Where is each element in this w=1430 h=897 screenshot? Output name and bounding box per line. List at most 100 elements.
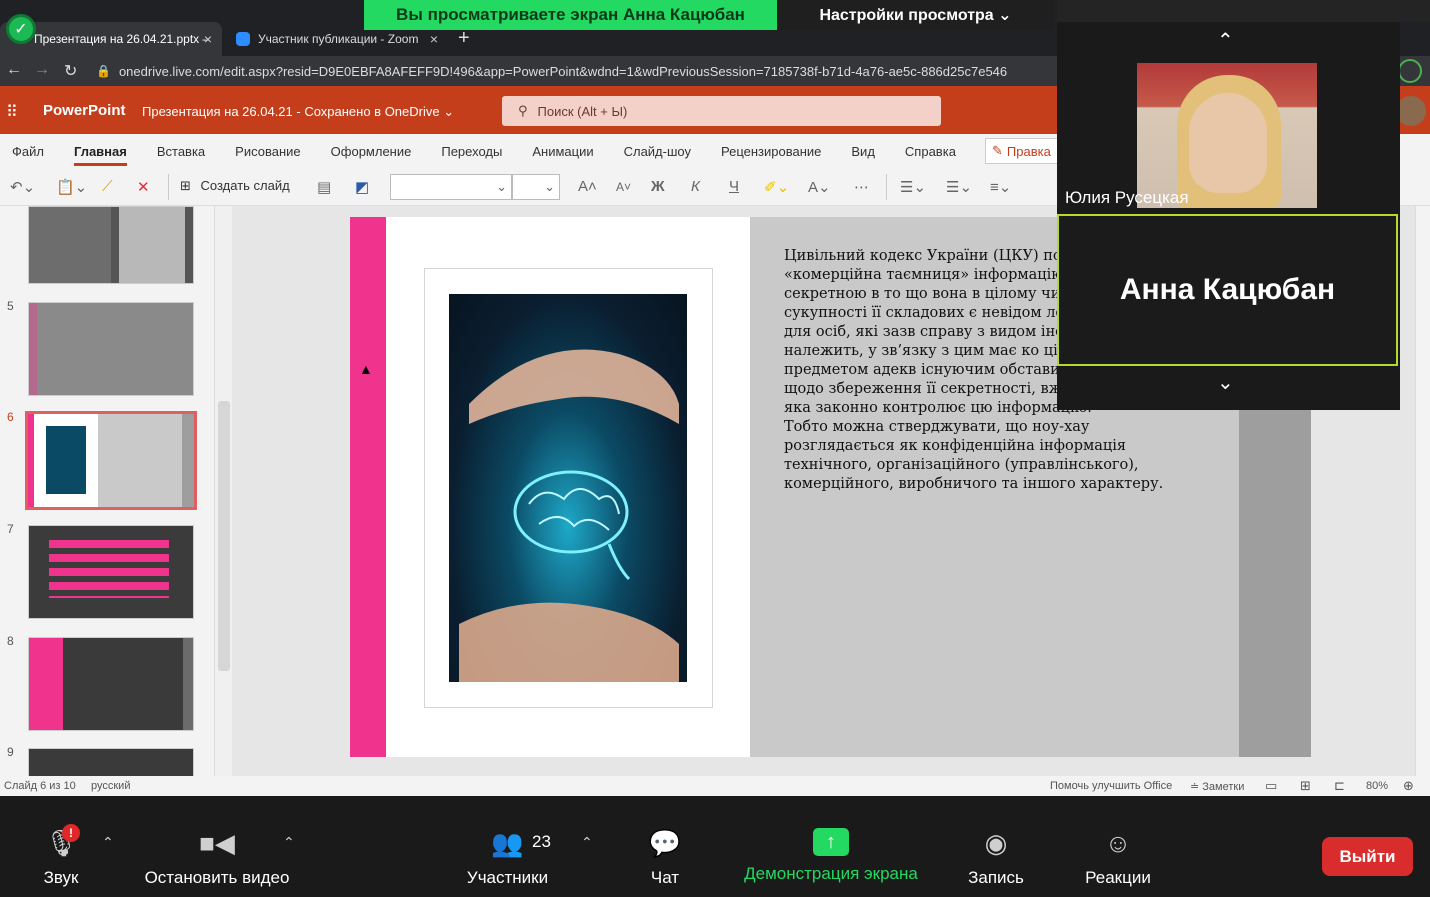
canvas-scrollbar[interactable] xyxy=(1415,206,1430,776)
tab-label: Презентация на 26.04.21.pptx – xyxy=(34,32,210,46)
slide-thumbnail-7[interactable] xyxy=(28,525,194,619)
slide-number: 5 xyxy=(7,299,14,313)
document-title[interactable]: Презентация на 26.04.21 - Сохранено в On… xyxy=(142,104,454,120)
format-painter-icon[interactable]: ⟋ xyxy=(102,178,113,195)
participants-label: Участники xyxy=(466,868,549,887)
video-label: Остановить видео xyxy=(144,868,290,887)
slide-thumbnail-6[interactable] xyxy=(25,411,197,510)
slide-thumbnail-4[interactable] xyxy=(28,206,194,284)
zoom-panel-header xyxy=(1057,0,1430,22)
share-screen-icon: ↑ xyxy=(813,828,849,856)
search-icon: ⚲ xyxy=(518,103,528,118)
slide-thumbnail-8[interactable] xyxy=(28,637,194,731)
separator xyxy=(168,174,169,200)
slide-counter: Слайд 6 из 10 xyxy=(4,780,76,792)
leave-button[interactable]: Выйти xyxy=(1322,837,1413,876)
chevron-up-icon[interactable]: ⌃ xyxy=(102,834,114,851)
chat-icon: 💬 xyxy=(648,828,682,858)
new-slide-icon: ⊞ xyxy=(180,178,191,193)
brain-hands-image[interactable] xyxy=(449,294,687,682)
chevron-down-icon[interactable]: ⌄ xyxy=(1217,370,1234,395)
edit-label: Правка xyxy=(1006,143,1051,159)
app-launcher-icon[interactable]: ⠿ xyxy=(6,102,18,122)
grow-font-button[interactable]: A˄ xyxy=(578,178,597,195)
more-icon[interactable]: ⋯ xyxy=(854,178,869,196)
paste-icon[interactable]: 📋⌄ xyxy=(56,178,87,196)
chevron-up-icon[interactable]: ⌃ xyxy=(581,834,593,851)
view-options-button[interactable]: Настройки просмотра ⌄ xyxy=(777,0,1054,30)
back-icon[interactable]: ← xyxy=(6,61,22,79)
record-button[interactable]: ◉ Запись xyxy=(962,828,1030,888)
close-icon[interactable]: × xyxy=(430,31,438,47)
language-indicator[interactable]: русский xyxy=(91,780,130,792)
font-size-select[interactable]: ⌄ xyxy=(512,174,560,200)
tab-view[interactable]: Вид xyxy=(851,144,875,159)
undo-icon[interactable]: ↶⌄ xyxy=(10,178,35,196)
close-icon[interactable]: × xyxy=(204,31,212,47)
slide-number: 9 xyxy=(7,745,14,759)
tab-insert[interactable]: Вставка xyxy=(157,144,205,159)
highlight-icon[interactable]: ✐⌄ xyxy=(764,178,789,196)
tab-slideshow[interactable]: Слайд-шоу xyxy=(624,144,691,159)
new-tab-button[interactable]: + xyxy=(458,27,470,50)
fit-slide-icon[interactable]: ⊕ xyxy=(1403,778,1414,794)
participants-count: 23 xyxy=(532,832,551,851)
zoom-level[interactable]: 80% xyxy=(1366,780,1388,792)
tab-design[interactable]: Оформление xyxy=(331,144,412,159)
reading-view-icon[interactable]: ⊏ xyxy=(1334,778,1345,794)
tab-animations[interactable]: Анимации xyxy=(532,144,593,159)
participant-video[interactable] xyxy=(1137,63,1317,208)
reload-icon[interactable]: ↻ xyxy=(64,61,77,81)
record-icon: ◉ xyxy=(984,828,1008,858)
bold-button[interactable]: Ж xyxy=(651,178,665,195)
camera-icon: ■◀ xyxy=(199,828,235,858)
delete-icon[interactable]: ✕ xyxy=(137,178,150,196)
slide-thumbnail-5[interactable] xyxy=(28,302,194,396)
tab-file[interactable]: Файл xyxy=(12,144,44,159)
app-name[interactable]: PowerPoint xyxy=(43,102,126,119)
bullets-icon[interactable]: ☰⌄ xyxy=(900,178,926,196)
forward-icon[interactable]: → xyxy=(34,61,50,79)
layout-icon[interactable]: ▤ xyxy=(317,178,331,196)
font-family-select[interactable]: ⌄ xyxy=(390,174,512,200)
background-icon[interactable]: ◩ xyxy=(355,178,369,196)
tab-home[interactable]: Главная xyxy=(73,144,127,166)
thumbnails-scrollbar[interactable] xyxy=(214,206,232,776)
slide-thumbnail-9[interactable] xyxy=(28,748,194,776)
font-color-icon[interactable]: A⌄ xyxy=(808,178,831,196)
extension-icon[interactable] xyxy=(1398,59,1422,83)
edit-button[interactable]: ✎ Правка xyxy=(985,138,1060,164)
slide-number: 7 xyxy=(7,522,14,536)
reactions-button[interactable]: ☺ Реакции xyxy=(1078,828,1158,888)
chevron-up-icon[interactable]: ⌃ xyxy=(1217,28,1234,53)
reactions-label: Реакции xyxy=(1085,868,1151,887)
help-improve-link[interactable]: Помочь улучшить Office xyxy=(1050,780,1172,792)
align-icon[interactable]: ≡⌄ xyxy=(990,178,1011,196)
search-input[interactable]: ⚲ Поиск (Alt + Ы) xyxy=(502,96,941,126)
sorter-view-icon[interactable]: ⊞ xyxy=(1300,778,1311,794)
numbering-icon[interactable]: ☰⌄ xyxy=(946,178,972,196)
tab-transitions[interactable]: Переходы xyxy=(441,144,502,159)
underline-button[interactable]: Ч xyxy=(729,178,739,195)
active-speaker-tile[interactable]: Анна Кацюбан xyxy=(1057,214,1398,366)
mouse-cursor-icon: ▲ xyxy=(359,361,373,377)
chat-button[interactable]: 💬 Чат xyxy=(640,828,690,888)
tab-review[interactable]: Рецензирование xyxy=(721,144,821,159)
status-bar: Слайд 6 из 10 русский Помочь улучшить Of… xyxy=(0,776,1430,796)
tab-help[interactable]: Справка xyxy=(905,144,956,159)
pencil-icon: ✎ xyxy=(992,143,1003,158)
shrink-font-button[interactable]: A˅ xyxy=(616,180,631,194)
notes-button[interactable]: ≐ Заметки xyxy=(1190,780,1244,793)
normal-view-icon[interactable]: ▭ xyxy=(1265,778,1277,794)
avatar[interactable] xyxy=(1396,96,1426,126)
new-slide-button[interactable]: ⊞ Создать слайд xyxy=(180,178,290,194)
video-button[interactable]: ■◀ Остановить видео xyxy=(137,828,297,888)
tab-draw[interactable]: Рисование xyxy=(235,144,300,159)
smiley-icon: ☺ xyxy=(1104,828,1132,858)
separator xyxy=(886,174,887,200)
italic-button[interactable]: К xyxy=(691,178,700,195)
chevron-up-icon[interactable]: ⌃ xyxy=(283,834,295,851)
slide-number: 6 xyxy=(7,410,14,424)
brain-illustration xyxy=(459,349,679,682)
share-screen-button[interactable]: ↑ Демонстрация экрана xyxy=(734,828,928,884)
